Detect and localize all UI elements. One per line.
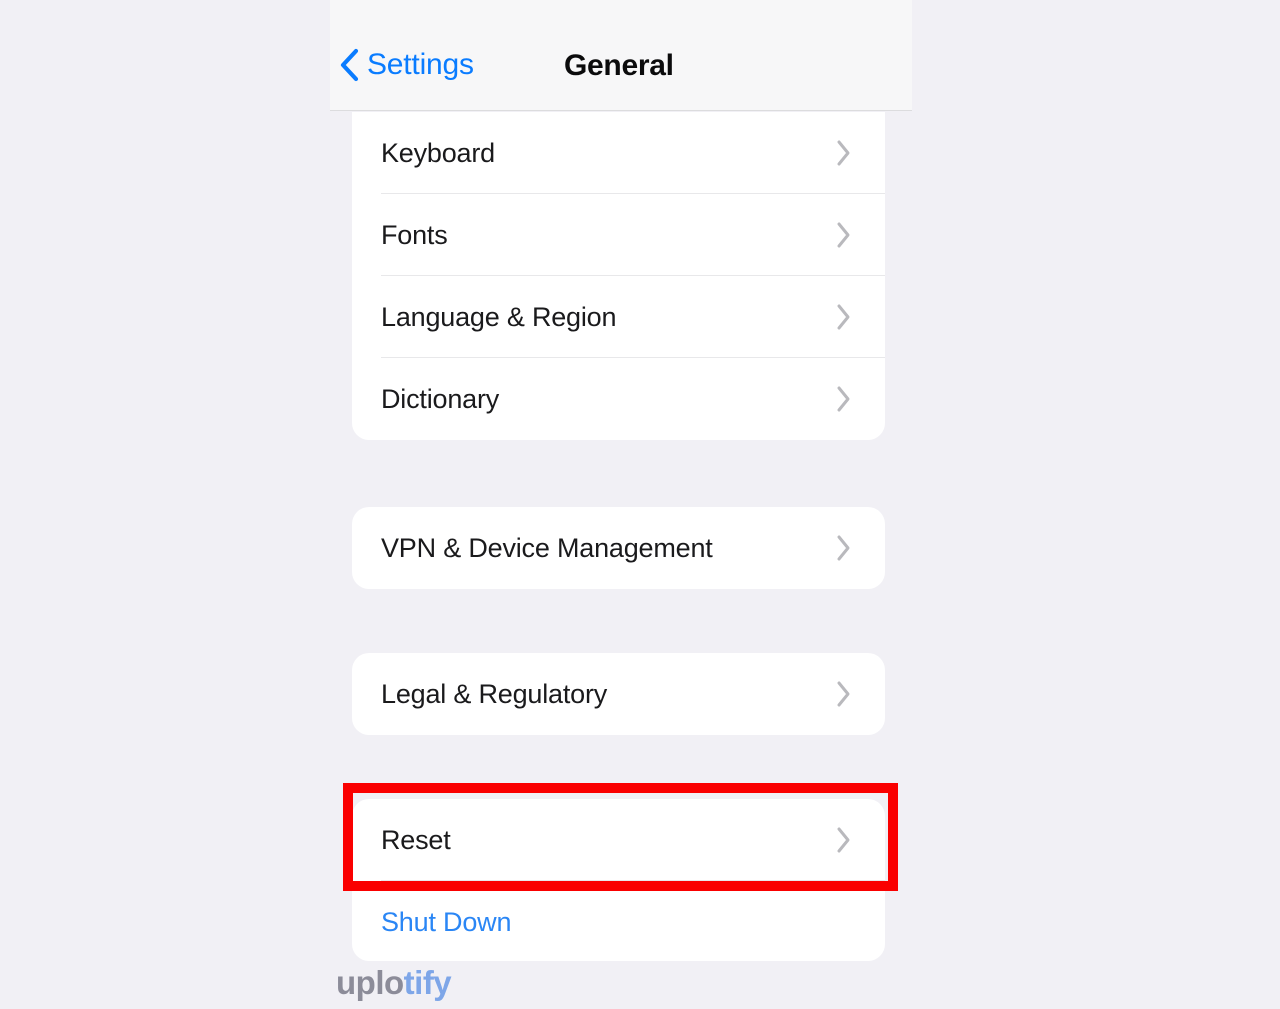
chevron-right-icon — [835, 825, 853, 855]
list-item-label: Reset — [381, 824, 451, 855]
watermark-text-blue: tify — [403, 964, 452, 1001]
chevron-left-icon — [338, 48, 360, 82]
list-item-label: Language & Region — [381, 301, 617, 332]
list-item-fonts[interactable]: Fonts — [352, 194, 885, 276]
reset-group-card: Reset Shut Down — [352, 799, 885, 961]
back-button-label: Settings — [367, 48, 474, 81]
list-item-legal-regulatory[interactable]: Legal & Regulatory — [352, 653, 885, 735]
chevron-right-icon — [835, 679, 853, 709]
phone-screen: Settings General Keyboard Fonts Language… — [330, 0, 912, 1009]
page-title: General — [564, 49, 674, 82]
list-item-reset[interactable]: Reset — [352, 799, 885, 881]
list-item-label: VPN & Device Management — [381, 532, 713, 563]
vpn-group-card: VPN & Device Management — [352, 507, 885, 589]
chevron-right-icon — [835, 384, 853, 414]
navigation-bar: Settings General — [330, 0, 912, 111]
list-item-label: Keyboard — [381, 137, 495, 168]
chevron-right-icon — [835, 138, 853, 168]
list-item-language-and-region[interactable]: Language & Region — [352, 276, 885, 358]
back-button[interactable]: Settings — [338, 48, 474, 82]
settings-group-card: Keyboard Fonts Language & Region Diction… — [352, 112, 885, 440]
chevron-right-icon — [835, 220, 853, 250]
legal-group-card: Legal & Regulatory — [352, 653, 885, 735]
uplotify-watermark: uplotify — [336, 963, 452, 1003]
list-item-label: Shut Down — [381, 906, 512, 937]
watermark-text-gray: uplo — [336, 964, 404, 1001]
list-item-keyboard[interactable]: Keyboard — [352, 112, 885, 194]
chevron-right-icon — [835, 533, 853, 563]
list-item-label: Dictionary — [381, 383, 500, 414]
list-item-shut-down[interactable]: Shut Down — [352, 881, 885, 961]
list-item-vpn-device-management[interactable]: VPN & Device Management — [352, 507, 885, 589]
settings-list[interactable]: Keyboard Fonts Language & Region Diction… — [330, 111, 912, 1009]
list-item-dictionary[interactable]: Dictionary — [352, 358, 885, 440]
chevron-right-icon — [835, 302, 853, 332]
list-item-label: Fonts — [381, 219, 448, 250]
list-item-label: Legal & Regulatory — [381, 678, 608, 709]
